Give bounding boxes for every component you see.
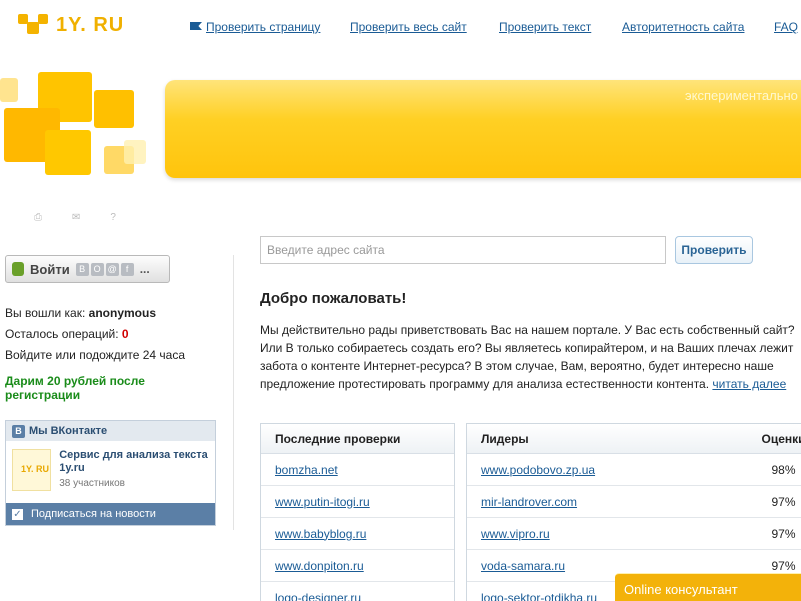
recent-check-link[interactable]: www.donpiton.ru xyxy=(275,559,364,573)
promo-text: Дарим 20 рублей после регистрации xyxy=(5,374,145,402)
logged-as-line: Вы вошли как: anonymous xyxy=(5,303,220,324)
recent-check-link[interactable]: bomzha.net xyxy=(275,463,338,477)
leader-site-link[interactable]: www.podobovo.zp.ua xyxy=(467,463,737,477)
more-login-options[interactable]: ... xyxy=(140,262,150,276)
nav-faq[interactable]: FAQ xyxy=(774,20,798,34)
logo-text: 1Y. RU xyxy=(56,13,125,36)
leader-site-link[interactable]: www.vipro.ru xyxy=(467,527,737,541)
welcome-title: Добро пожаловать! xyxy=(260,290,407,307)
recent-check-link[interactable]: www.babyblog.ru xyxy=(275,527,366,541)
recent-check-link[interactable]: www.putin-itogi.ru xyxy=(275,495,370,509)
leaders-header: Лидеры Оценки xyxy=(467,424,801,454)
print-icon[interactable]: ⎙ xyxy=(34,212,42,223)
online-consultant-button[interactable]: Online консультант xyxy=(615,573,801,601)
facebook-icon[interactable]: f xyxy=(120,262,134,276)
vk-widget-header[interactable]: В Мы ВКонтакте xyxy=(6,421,215,441)
table-row: www.putin-itogi.ru xyxy=(261,486,454,518)
vk-members-count: 38 участников xyxy=(59,478,125,489)
column-divider xyxy=(233,255,234,530)
recent-checks-header: Последние проверки xyxy=(261,424,454,454)
vk-subscribe-label: Подписаться на новости xyxy=(31,508,156,520)
site-url-input[interactable] xyxy=(260,236,666,264)
site-logo[interactable]: 1Y. RU xyxy=(18,12,124,38)
check-button[interactable]: Проверить xyxy=(675,236,753,264)
vk-subscribe[interactable]: ✓ Подписаться на новости xyxy=(6,503,215,525)
table-row: www.donpiton.ru xyxy=(261,550,454,582)
vk-icon[interactable]: В xyxy=(75,262,89,276)
utility-icons: ⎙ ✉ ? xyxy=(34,212,116,223)
user-status: Вы вошли как: anonymous Осталось операци… xyxy=(5,303,220,366)
table-row: www.babyblog.ru xyxy=(261,518,454,550)
login-label: Войти xyxy=(30,261,70,277)
nav-check-page-label: Проверить страницу xyxy=(206,20,321,34)
vk-group-avatar: 1Y. RU xyxy=(12,449,52,491)
logo-mark-icon xyxy=(18,12,50,38)
nav-check-site[interactable]: Проверить весь сайт xyxy=(350,20,467,34)
table-row: bomzha.net xyxy=(261,454,454,486)
nav-check-page[interactable]: Проверить страницу xyxy=(190,20,320,34)
vk-widget: В Мы ВКонтакте 1Y. RU Сервис для анализа… xyxy=(5,420,216,526)
vk-group-title[interactable]: Сервис для анализа текста 1y.ru xyxy=(59,449,209,475)
logged-as-label: Вы вошли как: xyxy=(5,306,86,320)
top-navigation: Проверить страницу Проверить весь сайт П… xyxy=(190,20,801,36)
table-row: www.vipro.ru 97% xyxy=(467,518,801,550)
nav-authority[interactable]: Авторитетность сайта xyxy=(622,20,744,34)
key-icon xyxy=(12,262,24,276)
table-row: logo-designer.ru xyxy=(261,582,454,601)
leader-site-link[interactable]: voda-samara.ru xyxy=(467,559,737,573)
leaders-score-header: Оценки xyxy=(761,431,801,446)
checkbox-icon[interactable]: ✓ xyxy=(12,508,23,520)
login-button[interactable]: Войти В О @ f ... xyxy=(5,255,170,283)
recent-checks-table: Последние проверки bomzha.net www.putin-… xyxy=(260,423,455,601)
mail-icon[interactable]: ✉ xyxy=(72,212,80,223)
username: anonymous xyxy=(88,306,157,320)
vk-group[interactable]: 1Y. RU Сервис для анализа текста 1y.ru 3… xyxy=(6,441,215,503)
ops-left-label: Осталось операций: xyxy=(5,327,119,341)
mail-ru-icon[interactable]: @ xyxy=(105,262,119,276)
leader-score: 97% xyxy=(771,494,796,509)
flag-icon xyxy=(190,22,202,30)
vk-avatar-text: 1Y. RU xyxy=(21,464,50,474)
wait-text: Войдите или подождите 24 часа xyxy=(5,348,186,362)
vk-icon: В xyxy=(12,424,25,438)
leader-score: 97% xyxy=(771,526,796,541)
nav-check-text[interactable]: Проверить текст xyxy=(499,20,591,34)
help-icon[interactable]: ? xyxy=(110,212,116,223)
ok-icon[interactable]: О xyxy=(90,262,104,276)
read-more-link[interactable]: читать далее xyxy=(712,377,786,391)
ops-left-value: 0 xyxy=(121,327,129,341)
ops-left-line: Осталось операций: 0 xyxy=(5,324,220,345)
sidebar: Войти В О @ f ... Вы вошли как: anonymou… xyxy=(5,255,220,526)
table-row: www.podobovo.zp.ua 98% xyxy=(467,454,801,486)
vk-header-label: Мы ВКонтакте xyxy=(29,425,108,437)
recent-check-link[interactable]: logo-designer.ru xyxy=(275,591,361,601)
leader-site-link[interactable]: mir-landrover.com xyxy=(467,495,737,509)
header-banner: экспериментально xyxy=(165,80,801,178)
welcome-text: Мы действительно рады приветствовать Вас… xyxy=(260,321,801,393)
table-row: mir-landrover.com 97% xyxy=(467,486,801,518)
banner-text: экспериментально xyxy=(685,88,798,103)
leader-score: 97% xyxy=(771,558,796,573)
leaders-site-header: Лидеры xyxy=(481,431,529,446)
leader-score: 98% xyxy=(771,462,796,477)
